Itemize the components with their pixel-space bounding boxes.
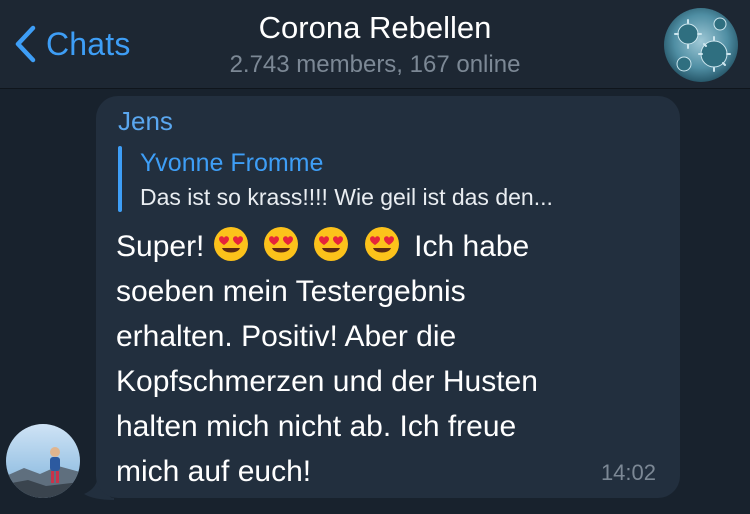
reply-preview[interactable]: Yvonne Fromme Das ist so krass!!!! Wie g… xyxy=(118,146,658,212)
heart-eyes-emoji xyxy=(264,227,299,261)
message-text: Super! Ich habe soeben mein Testergebnis… xyxy=(116,224,666,494)
message-line: erhalten. Positiv! Aber die xyxy=(116,320,457,353)
reply-author: Yvonne Fromme xyxy=(140,149,324,177)
heart-eyes-emoji xyxy=(314,227,349,261)
chat-title: Corona Rebellen xyxy=(258,10,492,45)
reply-text: Das ist so krass!!!! Wie geil ist das de… xyxy=(140,184,553,210)
back-label: Chats xyxy=(46,25,131,62)
heart-eyes-emoji xyxy=(364,227,399,261)
message-text-start: Super! xyxy=(116,230,205,263)
message-line: mich auf euch! xyxy=(116,455,312,488)
chevron-left-icon xyxy=(14,25,36,63)
message-bubble[interactable]: Jens Yvonne Fromme Das ist so krass!!!! … xyxy=(96,96,680,498)
heart-eyes-emoji xyxy=(213,227,248,261)
sender-avatar[interactable] xyxy=(6,424,80,498)
sender-name[interactable]: Jens xyxy=(118,106,173,136)
group-avatar[interactable] xyxy=(664,8,738,82)
message-line: soeben mein Testergebnis xyxy=(116,275,466,308)
message-timestamp: 14:02 xyxy=(600,460,656,485)
chat-header: Chats Corona Rebellen 2.743 members, 167… xyxy=(0,0,750,89)
chat-title-block[interactable]: Corona Rebellen 2.743 members, 167 onlin… xyxy=(175,8,575,80)
message-line: halten mich nicht ab. Ich freue xyxy=(116,410,517,443)
back-button[interactable]: Chats xyxy=(14,22,131,66)
chat-subtitle: 2.743 members, 167 online xyxy=(229,51,521,78)
reply-bar xyxy=(118,146,122,212)
message-line: Kopfschmerzen und der Husten xyxy=(116,365,538,398)
chat-screen: Chats Corona Rebellen 2.743 members, 167… xyxy=(0,0,750,514)
emoji-group xyxy=(213,227,414,263)
message-line-1-tail: Ich habe xyxy=(414,230,530,263)
message-line-1: Super! Ich habe xyxy=(116,224,666,269)
